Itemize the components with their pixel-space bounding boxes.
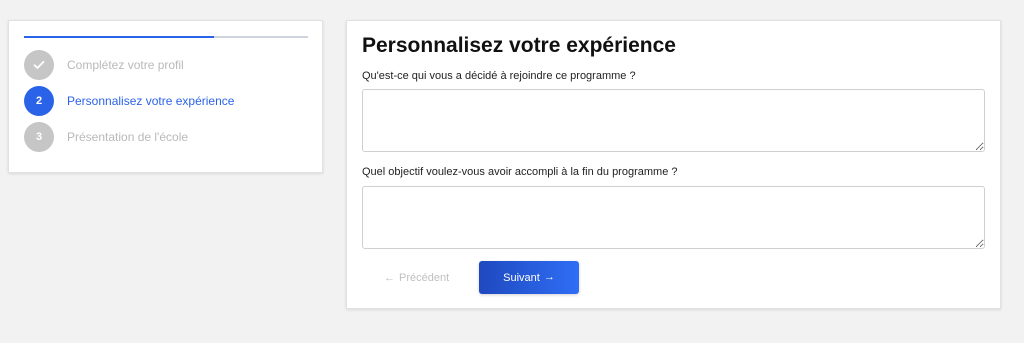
question-label-motivation: Qu'est-ce qui vous a décidé à rejoindre … [362,70,636,82]
previous-button[interactable]: ← Précédent [372,262,461,294]
next-button-label: Suivant [503,271,540,284]
next-button[interactable]: Suivant → [479,261,579,294]
question-label-objective: Quel objectif voulez-vous avoir accompli… [362,166,678,178]
stepper-panel: Complétez votre profil 2 Personnalisez v… [8,20,323,173]
check-icon [33,60,45,69]
step-school-presentation[interactable]: 3 Présentation de l'école [24,122,188,152]
step-personalize-experience[interactable]: 2 Personnalisez votre expérience [24,86,234,116]
step-complete-profile[interactable]: Complétez votre profil [24,50,184,80]
step-label: Personnalisez votre expérience [67,94,235,108]
step-label: Présentation de l'école [67,130,189,144]
previous-button-label: Précédent [399,272,450,284]
form-panel: Personnalisez votre expérience Qu'est-ce… [346,20,1001,309]
step-label: Complétez votre profil [67,58,184,72]
step-status-circle [24,50,54,80]
arrow-right-icon: → [543,271,555,283]
motivation-textarea[interactable] [362,89,985,152]
page-title: Personnalisez votre expérience [362,34,676,57]
step-number-badge: 2 [24,86,54,116]
progress-fill [24,36,215,38]
step-number-badge: 3 [24,122,54,152]
progress-track [24,36,308,38]
arrow-left-icon: ← [384,271,395,284]
objective-textarea[interactable] [362,186,985,249]
